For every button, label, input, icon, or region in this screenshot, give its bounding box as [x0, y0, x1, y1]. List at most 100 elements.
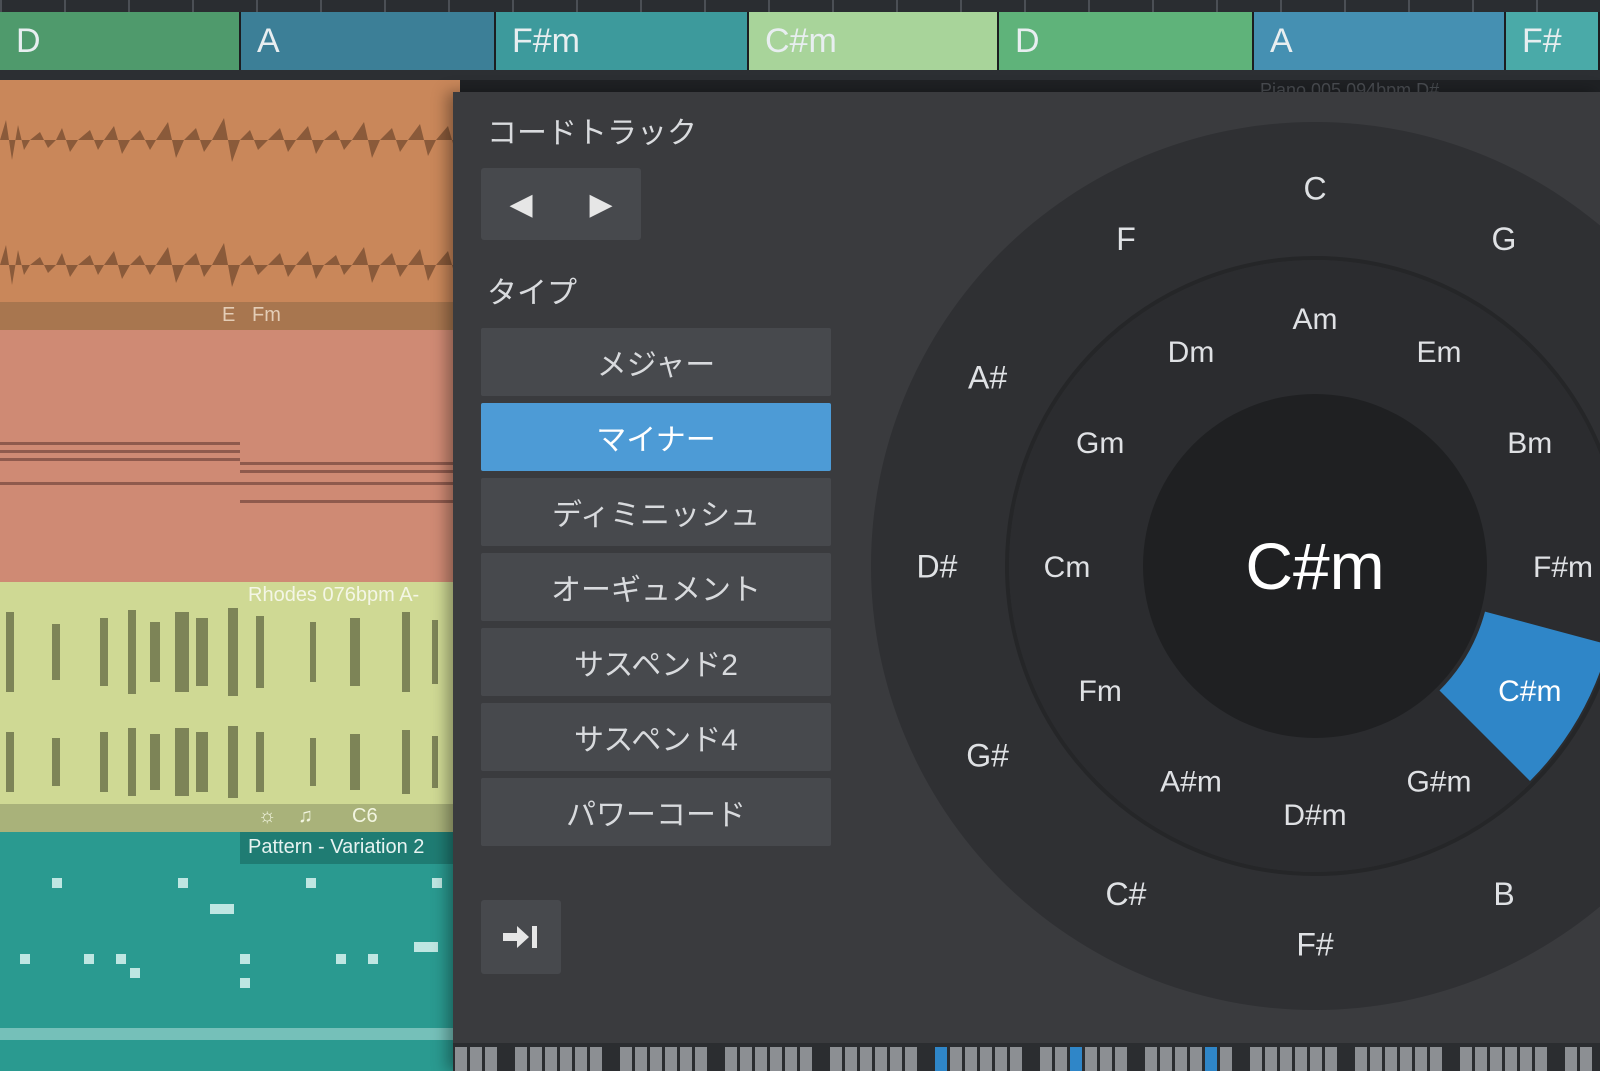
keyboard-key[interactable]	[605, 1047, 617, 1071]
insert-chord-button[interactable]	[481, 900, 561, 974]
keyboard-key[interactable]	[455, 1047, 467, 1071]
keyboard-key[interactable]	[815, 1047, 827, 1071]
keyboard-key[interactable]	[515, 1047, 527, 1071]
type-power-chord-button[interactable]: パワーコード	[481, 778, 831, 846]
keyboard-key[interactable]	[980, 1047, 992, 1071]
keyboard-key[interactable]	[590, 1047, 602, 1071]
keyboard-key[interactable]	[1370, 1047, 1382, 1071]
keyboard-key[interactable]	[845, 1047, 857, 1071]
keyboard-key[interactable]	[1280, 1047, 1292, 1071]
outer-chord-5[interactable]: B	[1493, 876, 1514, 912]
inner-chord-9[interactable]: Cm	[1044, 551, 1091, 584]
timeline-ruler[interactable]	[0, 0, 1600, 12]
inner-chord-8[interactable]: Fm	[1079, 675, 1122, 708]
keyboard-key[interactable]	[1115, 1047, 1127, 1071]
type-major-button[interactable]: メジャー	[481, 328, 831, 396]
keyboard-key[interactable]	[1190, 1047, 1202, 1071]
inner-chord-2[interactable]: Bm	[1507, 427, 1552, 460]
keyboard-key[interactable]	[635, 1047, 647, 1071]
keyboard-key[interactable]	[1490, 1047, 1502, 1071]
keyboard-key[interactable]	[1325, 1047, 1337, 1071]
keyboard-key[interactable]	[500, 1047, 512, 1071]
keyboard-key[interactable]	[1160, 1047, 1172, 1071]
inner-chord-11[interactable]: Dm	[1168, 336, 1215, 369]
keyboard-key[interactable]	[1145, 1047, 1157, 1071]
keyboard-key[interactable]	[1310, 1047, 1322, 1071]
keyboard-key[interactable]	[785, 1047, 797, 1071]
chord-event[interactable]: D	[999, 12, 1254, 70]
keyboard-key[interactable]	[1400, 1047, 1412, 1071]
keyboard-key[interactable]	[710, 1047, 722, 1071]
keyboard-key[interactable]	[935, 1047, 947, 1071]
keyboard-key[interactable]	[665, 1047, 677, 1071]
keyboard-key[interactable]	[470, 1047, 482, 1071]
keyboard-key[interactable]	[695, 1047, 707, 1071]
keyboard-key[interactable]	[740, 1047, 752, 1071]
keyboard-key[interactable]	[1520, 1047, 1532, 1071]
keyboard-key[interactable]	[1535, 1047, 1547, 1071]
keyboard-key[interactable]	[1460, 1047, 1472, 1071]
chord-event[interactable]: A	[1254, 12, 1506, 70]
outer-chord-6[interactable]: F#	[1296, 927, 1334, 963]
audio-clip-rhodes[interactable]: Rhodes 076bpm A- ☼ ♫ C6	[0, 582, 460, 832]
keyboard-key[interactable]	[1385, 1047, 1397, 1071]
outer-chord-10[interactable]: A#	[968, 360, 1007, 396]
inner-chord-1[interactable]: Em	[1417, 336, 1462, 369]
chord-event[interactable]: A	[241, 12, 496, 70]
keyboard-key[interactable]	[1565, 1047, 1577, 1071]
keyboard-key[interactable]	[1130, 1047, 1142, 1071]
keyboard-key[interactable]	[995, 1047, 1007, 1071]
type-augmented-button[interactable]: オーギュメント	[481, 553, 831, 621]
keyboard-key[interactable]	[1415, 1047, 1427, 1071]
keyboard-key[interactable]	[1580, 1047, 1592, 1071]
keyboard-key[interactable]	[1055, 1047, 1067, 1071]
keyboard-key[interactable]	[755, 1047, 767, 1071]
chord-event[interactable]: D	[0, 12, 241, 70]
keyboard-key[interactable]	[950, 1047, 962, 1071]
keyboard-key[interactable]	[1220, 1047, 1232, 1071]
keyboard-key[interactable]	[1205, 1047, 1217, 1071]
keyboard-key[interactable]	[560, 1047, 572, 1071]
keyboard-key[interactable]	[890, 1047, 902, 1071]
keyboard-key[interactable]	[1340, 1047, 1352, 1071]
keyboard-key[interactable]	[830, 1047, 842, 1071]
keyboard-key[interactable]	[1295, 1047, 1307, 1071]
inner-chord-10[interactable]: Gm	[1076, 427, 1124, 460]
chord-event[interactable]: F#m	[496, 12, 749, 70]
keyboard-key[interactable]	[1265, 1047, 1277, 1071]
inner-chord-6[interactable]: D#m	[1283, 799, 1346, 832]
keyboard-key[interactable]	[905, 1047, 917, 1071]
keyboard-key[interactable]	[1475, 1047, 1487, 1071]
keyboard-key[interactable]	[875, 1047, 887, 1071]
type-diminished-button[interactable]: ディミニッシュ	[481, 478, 831, 546]
next-chord-button[interactable]: ▶	[561, 168, 641, 240]
keyboard-key[interactable]	[1085, 1047, 1097, 1071]
keyboard-key[interactable]	[770, 1047, 782, 1071]
outer-chord-9[interactable]: D#	[917, 549, 958, 585]
inner-chord-7[interactable]: A#m	[1160, 766, 1222, 799]
keyboard-key[interactable]	[1445, 1047, 1457, 1071]
keyboard-key[interactable]	[1550, 1047, 1562, 1071]
keyboard-key[interactable]	[725, 1047, 737, 1071]
keyboard-key[interactable]	[545, 1047, 557, 1071]
outer-chord-7[interactable]: C#	[1106, 876, 1147, 912]
keyboard-key[interactable]	[650, 1047, 662, 1071]
instrument-clip[interactable]	[0, 330, 460, 582]
keyboard-key[interactable]	[800, 1047, 812, 1071]
outer-chord-8[interactable]: G#	[966, 738, 1009, 774]
gear-icon[interactable]: ☼	[258, 805, 276, 828]
previous-chord-button[interactable]: ◀	[481, 168, 561, 240]
outer-chord-11[interactable]: F	[1116, 221, 1136, 257]
keyboard-key[interactable]	[680, 1047, 692, 1071]
keyboard-key[interactable]	[1100, 1047, 1112, 1071]
keyboard-key[interactable]	[860, 1047, 872, 1071]
outer-chord-1[interactable]: G	[1492, 221, 1517, 257]
keyboard-key[interactable]	[1175, 1047, 1187, 1071]
audio-clip-piano[interactable]: E Fm	[0, 80, 460, 330]
chord-event[interactable]: F#	[1506, 12, 1600, 70]
keyboard-key[interactable]	[1355, 1047, 1367, 1071]
inner-chord-4[interactable]: C#m	[1498, 675, 1561, 708]
type-minor-button[interactable]: マイナー	[481, 403, 831, 471]
inner-chord-0[interactable]: Am	[1293, 303, 1338, 336]
outer-chord-0[interactable]: C	[1303, 171, 1326, 207]
